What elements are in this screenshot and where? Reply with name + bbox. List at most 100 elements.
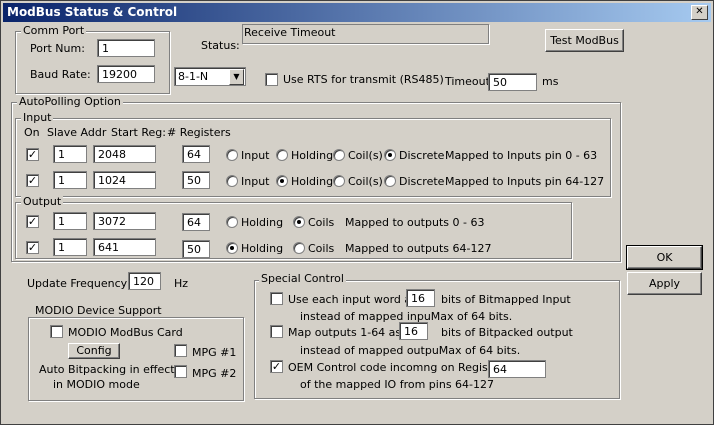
input-row-1-start-field[interactable]: 2048 xyxy=(93,145,156,163)
timeout-label: Timeout xyxy=(445,75,490,88)
modio-card-label: MODIO ModBus Card xyxy=(68,326,183,339)
apply-button[interactable]: Apply xyxy=(627,272,702,295)
status-box: Receive Timeout xyxy=(242,24,489,44)
mpg1-checkbox[interactable] xyxy=(174,344,187,357)
input-row-2-input-label: Input xyxy=(241,175,270,188)
input-row-1-slave-field[interactable]: 1 xyxy=(53,145,87,163)
oem-control-text-a: OEM Control code incomng on Register # xyxy=(288,361,517,374)
bitmap-input-text-b: bits of Bitmapped Input xyxy=(441,293,571,306)
bitpack-output-text-a: Map outputs 1-64 as xyxy=(288,326,402,339)
bitpack-output-line2: instead of mapped outpuMax of 64 bits. xyxy=(300,344,521,357)
input-row-1-holding-radio[interactable] xyxy=(276,149,288,161)
status-label: Status: xyxy=(201,39,240,52)
window-title: ModBus Status & Control xyxy=(7,5,178,19)
baud-rate-label: Baud Rate: xyxy=(30,68,91,81)
input-row-1-input-label: Input xyxy=(241,149,270,162)
chevron-down-icon[interactable]: ▼ xyxy=(229,69,244,85)
ok-button[interactable]: OK xyxy=(626,245,703,270)
output-row-1-coils-radio[interactable] xyxy=(293,216,305,228)
input-row-1-coils-label: Coil(s) xyxy=(348,149,383,162)
baud-rate-field[interactable]: 19200 xyxy=(97,65,155,83)
modbus-dialog: ModBus Status & Control ✕ Comm Port Port… xyxy=(0,0,714,425)
input-row-2-on-checkbox[interactable]: ✓ xyxy=(26,174,39,187)
port-num-label: Port Num: xyxy=(30,42,85,55)
input-row-2-coils-radio[interactable] xyxy=(333,175,345,187)
output-row-2-regs-field[interactable]: 50 xyxy=(182,240,210,258)
bitpack-output-bits-field[interactable]: 16 xyxy=(399,322,428,340)
modio-card-checkbox[interactable] xyxy=(50,325,63,338)
bitmap-input-bits-field[interactable]: 16 xyxy=(406,289,435,307)
header-slave-addr: Slave Addr xyxy=(47,126,107,139)
input-row-2-coils-label: Coil(s) xyxy=(348,175,383,188)
update-frequency-field[interactable]: 120 xyxy=(128,272,161,290)
output-row-2-holding-label: Holding xyxy=(241,242,284,255)
input-row-2-mapping: Mapped to Inputs pin 64-127 xyxy=(445,175,605,188)
input-row-2-start-field[interactable]: 1024 xyxy=(93,171,156,189)
output-row-2-mapping: Mapped to outputs 64-127 xyxy=(345,242,492,255)
input-group-label: Input xyxy=(21,111,54,124)
header-start-reg: Start Reg: xyxy=(111,126,166,139)
comm-port-label: Comm Port xyxy=(21,24,87,37)
special-control-label: Special Control xyxy=(259,272,346,285)
input-row-1-regs-field[interactable]: 64 xyxy=(182,145,210,163)
output-row-1-holding-label: Holding xyxy=(241,216,284,229)
port-num-field[interactable]: 1 xyxy=(97,39,155,57)
bitpack-output-checkbox[interactable] xyxy=(270,325,283,338)
close-button[interactable]: ✕ xyxy=(691,5,708,20)
output-row-2-coils-radio[interactable] xyxy=(293,242,305,254)
title-bar[interactable]: ModBus Status & Control ✕ xyxy=(3,3,711,22)
input-row-2-holding-label: Holding xyxy=(291,175,334,188)
autopolling-label: AutoPolling Option xyxy=(17,95,123,108)
header-on: On xyxy=(24,126,40,139)
output-row-2-start-field[interactable]: 641 xyxy=(93,238,156,256)
mpg1-label: MPG #1 xyxy=(192,346,237,359)
data-format-select[interactable]: 8-1-N ▼ xyxy=(174,67,246,86)
test-modbus-button[interactable]: Test ModBus xyxy=(545,29,624,52)
output-row-1-on-checkbox[interactable]: ✓ xyxy=(26,215,39,228)
rts-label: Use RTS for transmit (RS485) xyxy=(283,73,444,86)
input-row-2-holding-radio[interactable] xyxy=(276,175,288,187)
output-row-1-mapping: Mapped to outputs 0 - 63 xyxy=(345,216,485,229)
input-row-2-input-radio[interactable] xyxy=(226,175,238,187)
input-row-1-discrete-label: Discrete xyxy=(399,149,445,162)
modio-note-line2: in MODIO mode xyxy=(53,378,140,391)
output-row-2-holding-radio[interactable] xyxy=(226,242,238,254)
input-row-1-on-checkbox[interactable]: ✓ xyxy=(26,148,39,161)
input-row-2-discrete-radio[interactable] xyxy=(384,175,396,187)
update-frequency-unit: Hz xyxy=(174,277,189,290)
status-value: Receive Timeout xyxy=(244,26,336,39)
input-row-1-mapping: Mapped to Inputs pin 0 - 63 xyxy=(445,149,598,162)
rts-checkbox[interactable] xyxy=(265,73,278,86)
config-button[interactable]: Config xyxy=(68,343,120,359)
modio-note-line1: Auto Bitpacking in effect xyxy=(39,363,175,376)
modio-group-label: MODIO Device Support xyxy=(33,304,164,317)
output-row-1-slave-field[interactable]: 1 xyxy=(53,212,87,230)
header-registers: # Registers xyxy=(167,126,231,139)
input-row-1-coils-radio[interactable] xyxy=(333,149,345,161)
input-row-1-holding-label: Holding xyxy=(291,149,334,162)
oem-control-line2: of the mapped IO from pins 64-127 xyxy=(300,378,495,391)
timeout-field[interactable]: 50 xyxy=(488,73,537,91)
timeout-unit: ms xyxy=(542,75,559,88)
update-frequency-label: Update Frequency xyxy=(27,277,128,290)
output-row-1-start-field[interactable]: 3072 xyxy=(93,212,156,230)
input-row-2-regs-field[interactable]: 50 xyxy=(182,171,210,189)
oem-control-checkbox[interactable]: ✓ xyxy=(270,360,283,373)
input-row-2-discrete-label: Discrete xyxy=(399,175,445,188)
output-row-2-on-checkbox[interactable]: ✓ xyxy=(26,241,39,254)
data-format-value: 8-1-N xyxy=(178,70,209,83)
output-row-1-coils-label: Coils xyxy=(308,216,335,229)
output-row-1-regs-field[interactable]: 64 xyxy=(182,213,210,231)
output-row-2-coils-label: Coils xyxy=(308,242,335,255)
bitpack-output-text-b: bits of Bitpacked output xyxy=(441,326,573,339)
oem-register-field[interactable]: 64 xyxy=(488,360,546,378)
mpg2-checkbox[interactable] xyxy=(174,365,187,378)
output-row-1-holding-radio[interactable] xyxy=(226,216,238,228)
input-row-1-discrete-radio[interactable] xyxy=(384,149,396,161)
output-group-label: Output xyxy=(21,195,64,208)
bitmap-input-checkbox[interactable] xyxy=(270,292,283,305)
output-row-2-slave-field[interactable]: 1 xyxy=(53,238,87,256)
input-row-1-input-radio[interactable] xyxy=(226,149,238,161)
mpg2-label: MPG #2 xyxy=(192,367,237,380)
input-row-2-slave-field[interactable]: 1 xyxy=(53,171,87,189)
